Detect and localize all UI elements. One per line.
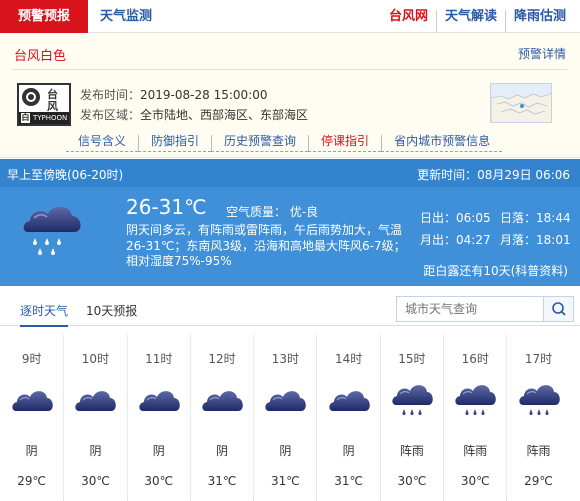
- hour-weather: 阴: [216, 444, 229, 458]
- hour-column: 12时阴 31℃: [189, 334, 253, 501]
- publish-area-value: 全市陆地、西部海区、东部海区: [140, 108, 309, 122]
- hour-weather: 阵雨: [399, 444, 424, 458]
- hour-weather: 阵雨: [463, 444, 488, 458]
- hour-label: 15时: [398, 352, 426, 366]
- hour-label: 11时: [145, 352, 173, 366]
- hour-temperature: 30℃: [397, 474, 427, 488]
- sun-moon-times: 日出：06:05 日落：18:44 月出：04:27 月落：18:01: [420, 207, 580, 251]
- defense-guide-link[interactable]: 防御指引: [138, 135, 212, 152]
- search-icon: [552, 302, 566, 316]
- city-search-input[interactable]: [397, 297, 543, 321]
- cloudy-icon: [10, 381, 54, 421]
- top-right-links: 台风网 天气解读 降雨估测: [381, 0, 574, 33]
- publish-time: 发布时间：2019-08-28 15:00:00: [80, 86, 267, 103]
- city-search: [396, 296, 574, 322]
- tab-hourly[interactable]: 逐时天气: [20, 302, 69, 327]
- tab-weather-monitor[interactable]: 天气监测: [100, 0, 152, 33]
- hour-weather: 阵雨: [526, 444, 551, 458]
- publish-time-value: 2019-08-28 15:00:00: [140, 88, 268, 102]
- hour-column: 14时阴 31℃: [316, 334, 379, 501]
- warning-links: 信号含义 防御指引 历史预警查询 停课指引 省内城市预警信息: [0, 132, 580, 152]
- update-time: 更新时间：08月29日 06:06: [417, 168, 570, 182]
- sunset: 日落：18:44: [500, 211, 571, 225]
- hour-temperature: 30℃: [81, 474, 110, 488]
- cloudy-icon: [263, 381, 307, 421]
- hour-column: 16时阵雨 30℃: [443, 334, 506, 501]
- history-query-link[interactable]: 历史预警查询: [211, 135, 309, 152]
- hour-label: 13时: [271, 352, 299, 366]
- hour-column: 11时阴 30℃: [126, 334, 190, 501]
- hourly-forecast: 9时阴 29℃ 10时阴 30℃ 11时阴 30℃ 12时阴 31℃ 13时阴 31℃ 14时阴 31…: [0, 334, 580, 501]
- forecast-panel: 早上至傍晚(06-20时) 更新时间：08月29日 06:06 26-31℃ 空…: [0, 159, 580, 286]
- shower-icon: [390, 381, 434, 421]
- publish-area-label: 发布区域：: [80, 108, 141, 122]
- forecast-description: 阴天间多云，有阵雨或雷阵雨，午后雨势加大，气温26-31℃；东南风3级，沿海和高…: [126, 223, 406, 268]
- hour-temperature: 29℃: [17, 474, 47, 488]
- hour-weather: 阴: [152, 444, 165, 458]
- air-quality: 空气质量： 优-良: [226, 205, 319, 219]
- warning-detail-link[interactable]: 预警详情: [518, 45, 566, 62]
- hour-column: 10时阴 30℃: [63, 334, 126, 501]
- top-nav: 预警预报 天气监测 台风网 天气解读 降雨估测: [0, 0, 580, 33]
- hour-temperature: 31℃: [207, 474, 237, 488]
- cloudy-icon: [327, 381, 371, 421]
- hour-temperature: 31℃: [270, 474, 300, 488]
- sunrise: 日出：06:05: [420, 211, 491, 225]
- shower-icon-large: [23, 206, 81, 255]
- hour-column: 15时阵雨 30℃: [379, 334, 443, 501]
- typhoon-swirl-icon: [22, 88, 40, 106]
- warning-panel: 台风白色 预警详情 台 风 白 TYPHOON 发布时间：2019-08-28 …: [0, 33, 580, 158]
- class-suspension-link[interactable]: 停课指引: [308, 135, 382, 152]
- weather-explain-link[interactable]: 天气解读: [435, 10, 505, 33]
- hour-label: 16时: [461, 352, 489, 366]
- tab-ten-day[interactable]: 10天预报: [86, 302, 137, 319]
- divider: [12, 69, 568, 70]
- hour-column: 17时阵雨 29℃: [506, 334, 569, 501]
- hour-label: 14时: [334, 352, 363, 366]
- hour-weather: 阴: [342, 444, 355, 458]
- hour-label: 17时: [524, 352, 553, 366]
- hour-label: 9时: [21, 352, 42, 366]
- typhoon-net-link[interactable]: 台风网: [381, 10, 436, 33]
- hour-weather: 阴: [89, 444, 102, 458]
- map-icon: [491, 84, 551, 122]
- moonset: 月落：18:01: [500, 233, 571, 247]
- moonrise: 月出：04:27: [420, 233, 491, 247]
- temperature-range: 26-31℃: [126, 195, 207, 219]
- search-button[interactable]: [543, 297, 573, 321]
- hour-temperature: 29℃: [524, 474, 553, 488]
- hour-column: 9时阴 29℃: [0, 334, 63, 501]
- hour-weather: 阴: [279, 444, 292, 458]
- hour-temperature: 30℃: [460, 474, 490, 488]
- hour-label: 10时: [81, 352, 110, 366]
- signal-en-label: TYPHOON: [33, 114, 68, 122]
- province-warning-link[interactable]: 省内城市预警信息: [381, 135, 503, 152]
- shower-icon: [517, 381, 561, 421]
- publish-time-label: 发布时间：: [80, 88, 141, 102]
- tab-warning-forecast[interactable]: 预警预报: [0, 0, 88, 33]
- cloudy-icon: [73, 381, 117, 421]
- shower-icon: [453, 381, 497, 421]
- typhoon-white-signal-icon: 台 风 白 TYPHOON: [17, 83, 71, 126]
- signal-level: 白: [21, 113, 30, 123]
- solar-term-reminder[interactable]: 距白露还有10天(科普资料): [423, 262, 568, 279]
- forecast-period: 早上至傍晚(06-20时): [7, 168, 124, 182]
- warning-title[interactable]: 台风白色: [14, 45, 66, 64]
- hour-column: 13时阴 31℃: [253, 334, 316, 501]
- cloudy-icon: [200, 381, 244, 421]
- hour-temperature: 30℃: [144, 474, 174, 488]
- hour-weather: 阴: [25, 444, 38, 458]
- signal-meaning-link[interactable]: 信号含义: [66, 135, 139, 152]
- cloudy-icon: [137, 381, 181, 421]
- rain-estimate-link[interactable]: 降雨估测: [504, 10, 574, 33]
- area-map-thumbnail[interactable]: [490, 83, 552, 123]
- hour-temperature: 31℃: [334, 474, 363, 488]
- publish-area: 发布区域：全市陆地、西部海区、东部海区: [80, 106, 308, 123]
- hour-label: 12时: [208, 352, 236, 366]
